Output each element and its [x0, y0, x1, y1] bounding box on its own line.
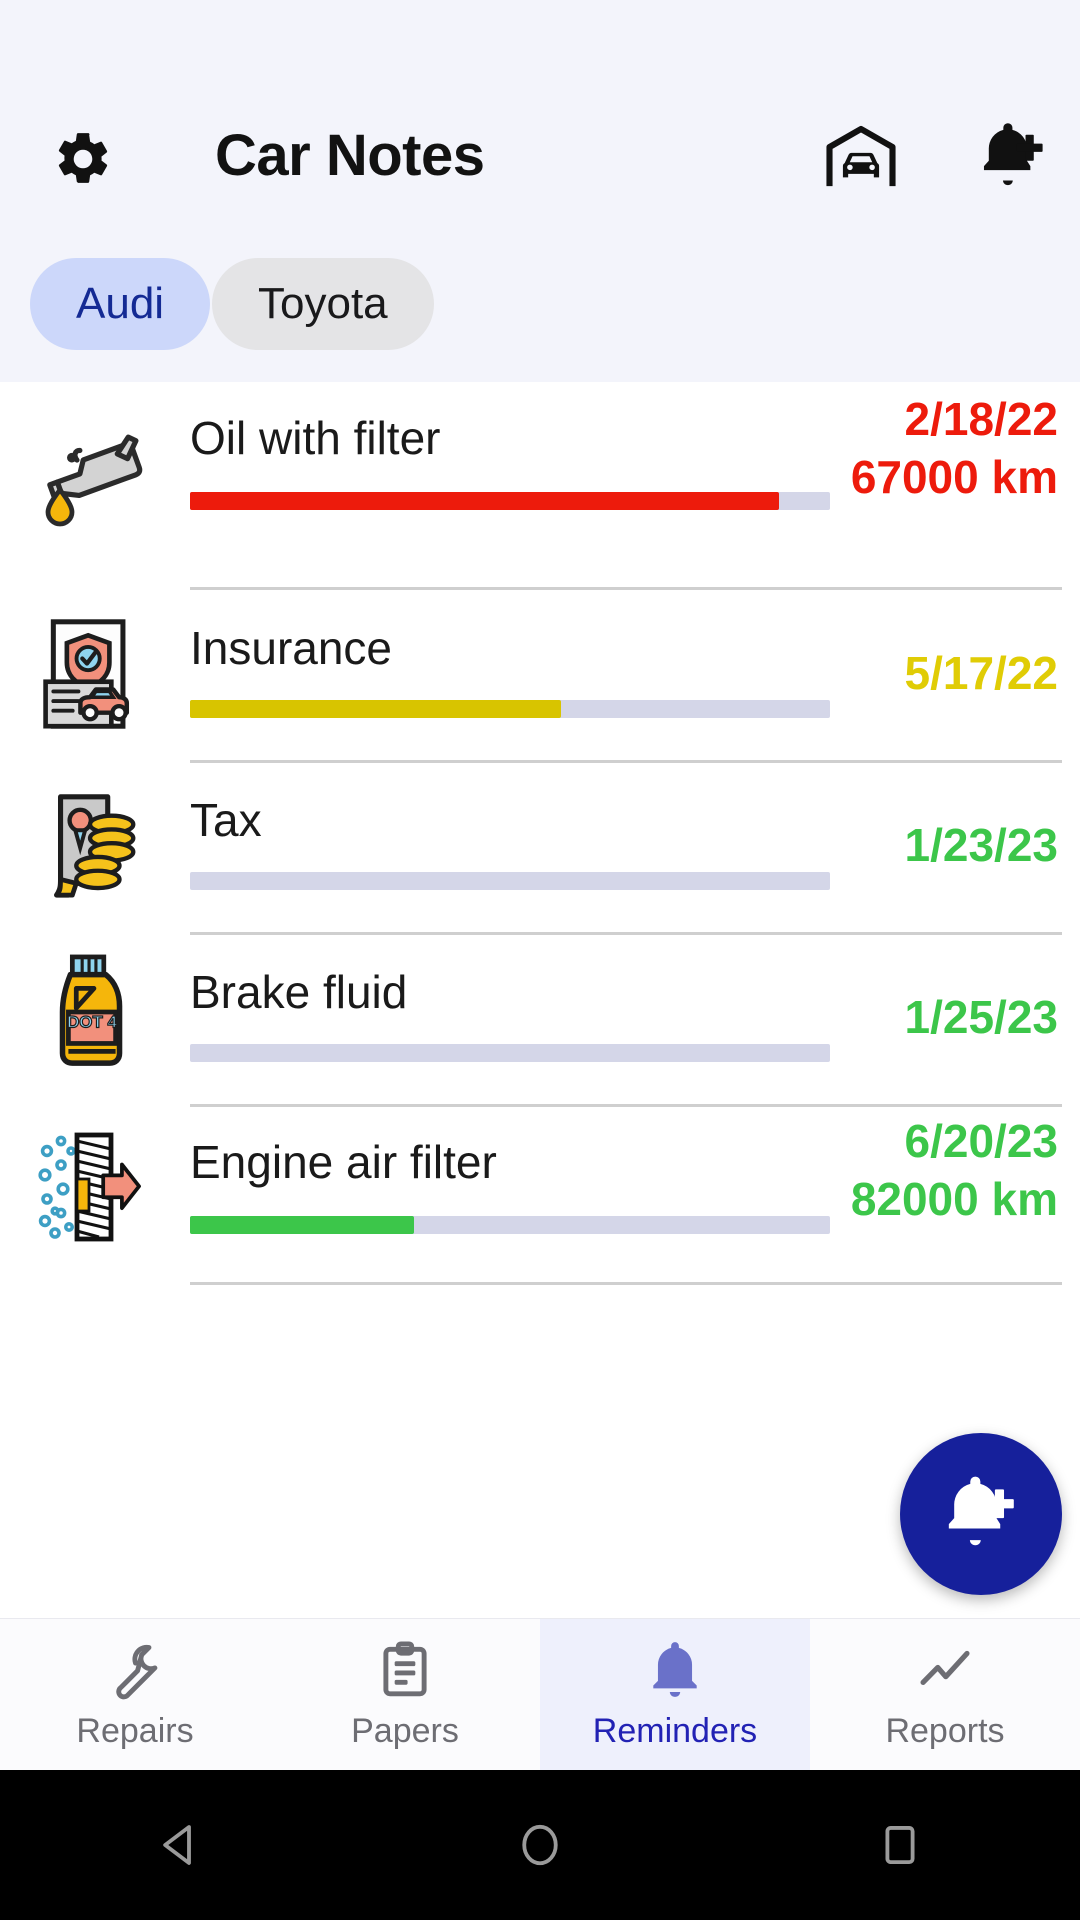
- bell-icon: [653, 1641, 697, 1697]
- reminder-status: 6/20/23 82000 km: [851, 1112, 1058, 1228]
- reminder-date: 5/17/22: [904, 647, 1058, 699]
- garage-car-icon: [826, 125, 896, 187]
- progress-track: [190, 1216, 830, 1234]
- reminder-status: 5/17/22: [905, 644, 1058, 702]
- progress-track: [190, 1044, 830, 1062]
- brake-fluid-bottle-icon: DOT 4: [28, 948, 156, 1076]
- nav-tab-label: Reports: [885, 1711, 1005, 1750]
- progress-track: [190, 872, 830, 890]
- reminder-status: 1/23/23: [905, 816, 1058, 874]
- car-tab-audi[interactable]: Audi: [30, 258, 211, 350]
- reminder-row[interactable]: DOT 4 Brake fluid 1/25/23: [0, 934, 1080, 1107]
- reminder-row[interactable]: Oil with filter 2/18/22 67000 km: [0, 382, 1080, 592]
- reminder-date: 1/25/23: [904, 991, 1058, 1043]
- circle-home-icon: [522, 1824, 558, 1866]
- tax-money-icon: [28, 780, 156, 908]
- reminder-status: 1/25/23: [905, 988, 1058, 1046]
- reminder-title: Brake fluid: [190, 966, 408, 1018]
- car-tab-label: Toyota: [258, 279, 388, 328]
- gear-icon: [58, 133, 108, 183]
- garage-button[interactable]: [822, 122, 900, 192]
- system-home-button[interactable]: [480, 1800, 600, 1890]
- bottom-navigation: Repairs Papers Reminders Reports: [0, 1618, 1080, 1770]
- system-back-button[interactable]: [120, 1800, 240, 1890]
- reminders-list: Oil with filter 2/18/22 67000 km Insuran…: [0, 382, 1080, 1618]
- progress-fill: [190, 700, 562, 718]
- app-root: Car Notes Audi Toyota Oil with filter 2/…: [0, 0, 1080, 1920]
- wrench-icon: [116, 1644, 158, 1699]
- progress-fill: [190, 492, 779, 510]
- bell-plus-icon: [948, 1476, 1014, 1546]
- app-bar: [0, 0, 1080, 230]
- insurance-document-icon: [28, 610, 156, 738]
- reminder-row[interactable]: Insurance 5/17/22: [0, 590, 1080, 763]
- header-zone: Car Notes Audi Toyota: [0, 0, 1080, 382]
- triangle-back-icon: [163, 1825, 191, 1865]
- reminder-distance: 67000 km: [850, 451, 1058, 503]
- nav-tab-reports[interactable]: Reports: [810, 1619, 1080, 1770]
- add-reminder-fab[interactable]: [900, 1433, 1062, 1595]
- add-reminder-button[interactable]: [975, 120, 1051, 194]
- progress-track: [190, 700, 830, 718]
- clipboard-icon: [383, 1640, 427, 1696]
- square-recents-icon: [885, 1825, 915, 1865]
- nav-tab-repairs[interactable]: Repairs: [0, 1619, 270, 1770]
- reminder-title: Insurance: [190, 622, 393, 674]
- reminder-title: Oil with filter: [190, 412, 441, 464]
- nav-tab-papers[interactable]: Papers: [270, 1619, 540, 1770]
- android-system-nav: [0, 1770, 1080, 1920]
- page-title: Car Notes: [215, 123, 485, 188]
- nav-tab-label: Reminders: [592, 1711, 758, 1750]
- reminder-distance: 82000 km: [850, 1173, 1058, 1225]
- reminder-date: 2/18/22: [904, 393, 1058, 445]
- reminder-title: Tax: [190, 794, 262, 846]
- system-recents-button[interactable]: [840, 1800, 960, 1890]
- nav-tab-label: Repairs: [76, 1711, 194, 1750]
- nav-tab-reminders[interactable]: Reminders: [540, 1619, 810, 1770]
- reminder-date: 1/23/23: [904, 819, 1058, 871]
- car-tab-toyota[interactable]: Toyota: [212, 258, 434, 350]
- progress-track: [190, 492, 830, 510]
- bell-plus-icon: [983, 123, 1043, 186]
- engine-air-filter-icon: [28, 1122, 156, 1250]
- reminder-row[interactable]: Engine air filter 6/20/23 82000 km: [0, 1106, 1080, 1285]
- settings-button[interactable]: [52, 128, 114, 190]
- reminder-status: 2/18/22 67000 km: [851, 390, 1058, 506]
- oil-can-icon: [28, 414, 156, 542]
- svg-text:DOT 4: DOT 4: [67, 1013, 117, 1032]
- car-tab-label: Audi: [76, 279, 165, 328]
- reminder-title: Engine air filter: [190, 1136, 497, 1188]
- row-divider: [190, 1282, 1062, 1285]
- car-tabs: Audi Toyota: [0, 258, 1080, 362]
- nav-tab-label: Papers: [351, 1711, 459, 1750]
- reminder-row[interactable]: Tax 1/23/23: [0, 762, 1080, 935]
- progress-fill: [190, 1216, 414, 1234]
- reminder-date: 6/20/23: [904, 1115, 1058, 1167]
- line-chart-icon: [920, 1650, 970, 1685]
